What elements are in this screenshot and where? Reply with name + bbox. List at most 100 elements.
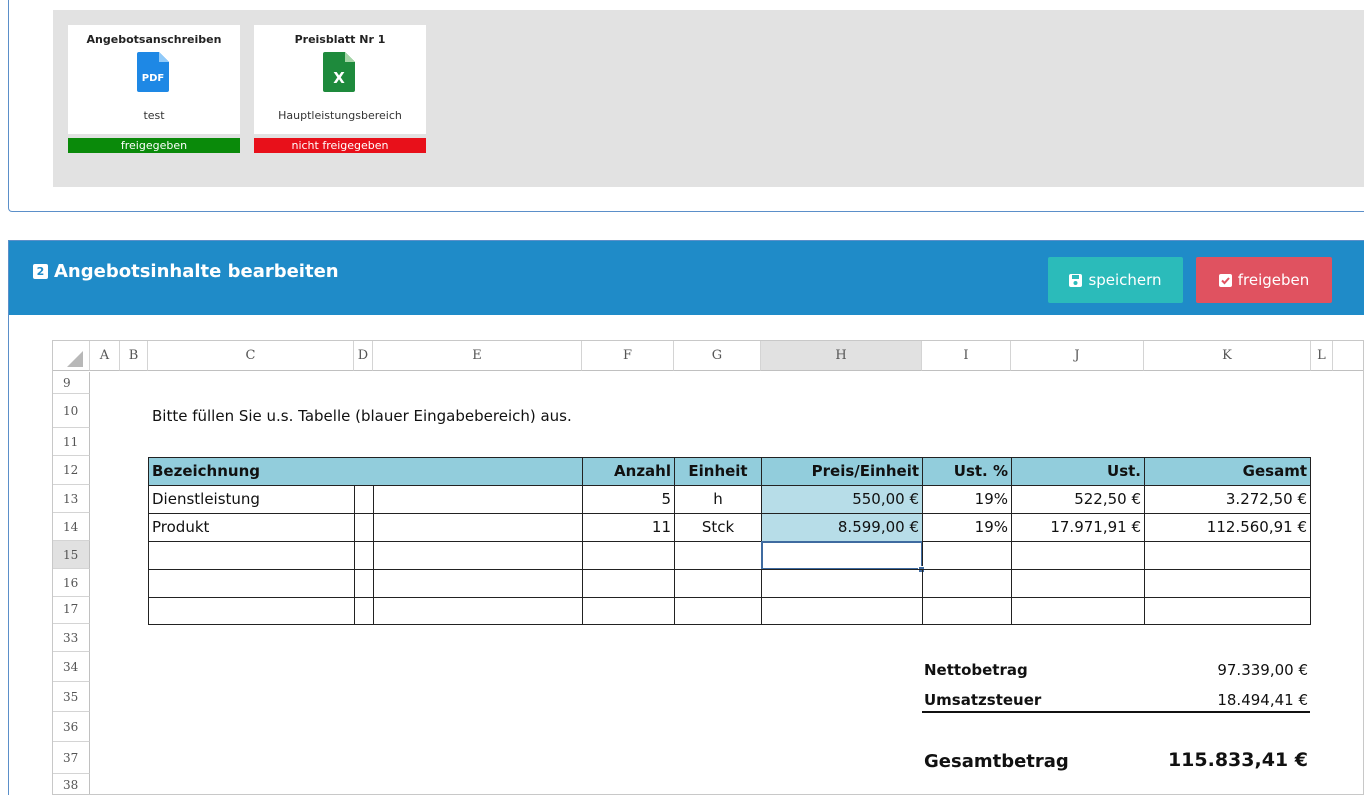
cell-bezeichnung[interactable]: [148, 569, 355, 598]
document-subtitle: Hauptleistungsbereich: [278, 109, 402, 122]
cell-einheit[interactable]: [674, 597, 762, 625]
documents-area: Angebotsanschreiben PDF test freigegeben…: [53, 10, 1364, 187]
row-header-35[interactable]: 35: [53, 682, 90, 712]
corner-triangle-icon: [67, 351, 83, 367]
column-header-k[interactable]: K: [1144, 341, 1311, 371]
row-header-38[interactable]: 38: [53, 774, 90, 794]
header-ust[interactable]: Ust.: [1011, 457, 1145, 486]
cell-d[interactable]: [354, 513, 374, 542]
header-einheit[interactable]: Einheit: [674, 457, 762, 486]
cell-ust-prozent[interactable]: [922, 569, 1012, 598]
cell-bezeichnung[interactable]: Dienstleistung: [148, 485, 355, 514]
selected-cell[interactable]: [761, 541, 923, 570]
row-header-16[interactable]: 16: [53, 569, 90, 597]
row-header-33[interactable]: 33: [53, 624, 90, 652]
cell-anzahl[interactable]: [582, 597, 675, 625]
column-header-d[interactable]: D: [354, 341, 373, 371]
cell-ust-prozent[interactable]: 19%: [922, 485, 1012, 514]
column-header-a[interactable]: A: [90, 341, 120, 371]
cell-e[interactable]: [373, 485, 583, 514]
cell-e[interactable]: [373, 513, 583, 542]
row-header-11[interactable]: 11: [53, 428, 90, 456]
cell-ust-prozent[interactable]: [922, 597, 1012, 625]
cell-preis-einheit[interactable]: [761, 597, 923, 625]
column-header-b[interactable]: B: [120, 341, 148, 371]
row-header-9[interactable]: 9: [53, 372, 90, 394]
cell-bezeichnung[interactable]: Produkt: [148, 513, 355, 542]
cell-anzahl[interactable]: 11: [582, 513, 675, 542]
cell-anzahl[interactable]: 5: [582, 485, 675, 514]
cell-e[interactable]: [373, 569, 583, 598]
release-button[interactable]: freigeben: [1196, 257, 1332, 303]
cell-preis-einheit[interactable]: 550,00 €: [761, 485, 923, 514]
row-header-14[interactable]: 14: [53, 513, 90, 541]
header-bezeichnung[interactable]: Bezeichnung: [148, 457, 583, 486]
cell-anzahl[interactable]: [582, 569, 675, 598]
cell-gesamt[interactable]: [1144, 569, 1311, 598]
gesamt-value: 115.833,41 €: [1167, 749, 1308, 771]
cell-einheit[interactable]: h: [674, 485, 762, 514]
cell-gesamt[interactable]: [1144, 597, 1311, 625]
row-header-13[interactable]: 13: [53, 485, 90, 513]
header-gesamt[interactable]: Gesamt: [1144, 457, 1311, 486]
row-header-37[interactable]: 37: [53, 742, 90, 774]
row-header-10[interactable]: 10: [53, 394, 90, 428]
document-card-body[interactable]: Preisblatt Nr 1 X Hauptleistungsbereich: [254, 25, 426, 134]
cell-bezeichnung[interactable]: [148, 597, 355, 625]
row-header-34[interactable]: 34: [53, 652, 90, 682]
document-card-preisblatt[interactable]: Preisblatt Nr 1 X Hauptleistungsbereich …: [254, 25, 426, 153]
cell-d[interactable]: [354, 485, 374, 514]
step-number-badge: 2: [33, 264, 48, 279]
row-header-36[interactable]: 36: [53, 712, 90, 742]
row-header-12[interactable]: 12: [53, 456, 90, 485]
release-label: freigeben: [1237, 271, 1310, 289]
cell-ust[interactable]: 17.971,91 €: [1011, 513, 1145, 542]
cell-ust[interactable]: [1011, 569, 1145, 598]
cell-ust[interactable]: [1011, 597, 1145, 625]
cell-e[interactable]: [373, 541, 583, 570]
cell-einheit[interactable]: [674, 541, 762, 570]
cell-e[interactable]: [373, 597, 583, 625]
cell-d[interactable]: [354, 541, 374, 570]
cell-gesamt[interactable]: 3.272,50 €: [1144, 485, 1311, 514]
document-card-body[interactable]: Angebotsanschreiben PDF test: [68, 25, 240, 134]
documents-panel: Angebotsanschreiben PDF test freigegeben…: [8, 0, 1364, 212]
cell-d[interactable]: [354, 569, 374, 598]
header-preis-einheit[interactable]: Preis/Einheit: [761, 457, 923, 486]
column-header-j[interactable]: J: [1011, 341, 1144, 371]
header-anzahl[interactable]: Anzahl: [582, 457, 675, 486]
cell-preis-einheit[interactable]: [761, 569, 923, 598]
column-header-h[interactable]: H: [761, 341, 922, 371]
panel-title: 2 Angebotsinhalte bearbeiten: [33, 261, 339, 282]
row-header-15[interactable]: 15: [53, 541, 90, 569]
cell-gesamt[interactable]: 112.560,91 €: [1144, 513, 1311, 542]
column-header-c[interactable]: C: [148, 341, 354, 371]
document-card-angebotsanschreiben[interactable]: Angebotsanschreiben PDF test freigegeben: [68, 25, 240, 153]
document-title: Preisblatt Nr 1: [294, 33, 386, 46]
cell-bezeichnung[interactable]: [148, 541, 355, 570]
column-header-i[interactable]: I: [922, 341, 1011, 371]
panel-header: 2 Angebotsinhalte bearbeiten speichern f…: [9, 241, 1364, 315]
select-all-corner[interactable]: [53, 341, 90, 371]
save-button[interactable]: speichern: [1048, 257, 1183, 303]
cell-ust[interactable]: 522,50 €: [1011, 485, 1145, 514]
cell-ust-prozent[interactable]: [922, 541, 1012, 570]
column-header-empty: [1333, 341, 1363, 371]
column-header-e[interactable]: E: [373, 341, 582, 371]
column-header-g[interactable]: G: [674, 341, 761, 371]
cell-gesamt[interactable]: [1144, 541, 1311, 570]
header-ust-prozent[interactable]: Ust. %: [922, 457, 1012, 486]
cell-ust-prozent[interactable]: 19%: [922, 513, 1012, 542]
cell-einheit[interactable]: Stck: [674, 513, 762, 542]
cell-anzahl[interactable]: [582, 541, 675, 570]
row-header-17[interactable]: 17: [53, 597, 90, 624]
save-icon: [1069, 273, 1083, 287]
column-header-l[interactable]: L: [1311, 341, 1333, 371]
gesamt-label: Gesamtbetrag: [924, 751, 1069, 772]
cell-einheit[interactable]: [674, 569, 762, 598]
column-header-f[interactable]: F: [582, 341, 674, 371]
cell-ust[interactable]: [1011, 541, 1145, 570]
spreadsheet[interactable]: A B C D E F G H I J K L 9 10 11 12 13 14…: [52, 340, 1364, 795]
cell-preis-einheit[interactable]: 8.599,00 €: [761, 513, 923, 542]
cell-d[interactable]: [354, 597, 374, 625]
